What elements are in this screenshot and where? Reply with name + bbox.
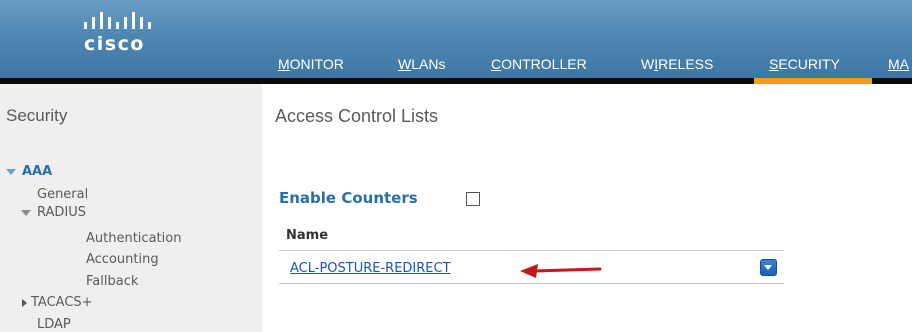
acl-link-posture-redirect[interactable]: ACL-POSTURE-REDIRECT: [290, 261, 451, 276]
sidebar-item-authentication[interactable]: Authentication: [86, 231, 181, 246]
nav-active-indicator: [754, 78, 872, 84]
expand-arrow-icon: [21, 209, 31, 216]
collapse-arrow-icon: [22, 298, 27, 307]
nav-management[interactable]: MA: [888, 56, 909, 72]
sidebar-item-general[interactable]: General: [37, 187, 88, 202]
sidebar-item-tacacs[interactable]: TACACS+: [22, 295, 93, 310]
sidebar-item-tacacs-label: TACACS+: [31, 295, 93, 310]
cisco-logo-text: cisco: [84, 33, 145, 55]
nav-wireless-w: W: [641, 56, 655, 72]
nav-wireless-rest: RELESS: [658, 56, 714, 72]
column-header-name: Name: [286, 228, 329, 243]
enable-counters-checkbox[interactable]: [466, 192, 480, 206]
nav-controller-rest: ONTROLLER: [501, 56, 587, 72]
sidebar-title: Security: [6, 106, 68, 125]
nav-wireless[interactable]: WIRELESS: [641, 56, 713, 72]
nav-wlans[interactable]: WLANs: [398, 56, 445, 72]
sidebar-item-aaa[interactable]: AAA: [6, 164, 52, 179]
enable-counters-label: Enable Counters: [279, 189, 418, 207]
cisco-logo-bars-icon: [84, 12, 151, 29]
sidebar-item-aaa-label: AAA: [22, 164, 53, 179]
red-arrow-annotation-icon: [520, 264, 602, 278]
nav-wlans-rest: LANs: [411, 56, 446, 72]
table-divider-bottom: [279, 283, 784, 284]
nav-security-rest: ECURITY: [778, 56, 840, 72]
nav-monitor-rest: ONITOR: [289, 56, 344, 72]
sidebar-item-radius-label: RADIUS: [37, 205, 87, 220]
sidebar-item-ldap[interactable]: LDAP: [37, 317, 71, 332]
nav-monitor[interactable]: MONITOR: [278, 56, 344, 72]
top-header: cisco MONITOR WLANs CONTROLLER WIRELESS …: [0, 0, 912, 78]
row-dropdown-button[interactable]: [760, 259, 777, 276]
expand-arrow-icon: [6, 168, 16, 175]
sidebar-item-radius[interactable]: RADIUS: [21, 205, 86, 220]
nav-security[interactable]: SECURITY: [769, 56, 840, 72]
sidebar-item-accounting[interactable]: Accounting: [86, 252, 159, 267]
nav-controller[interactable]: CONTROLLER: [491, 56, 587, 72]
table-divider-top: [279, 250, 784, 251]
page-title: Access Control Lists: [275, 106, 439, 126]
sidebar-item-fallback[interactable]: Fallback: [86, 274, 138, 289]
sidebar: Security AAA General RADIUS Authenticati…: [0, 84, 262, 332]
